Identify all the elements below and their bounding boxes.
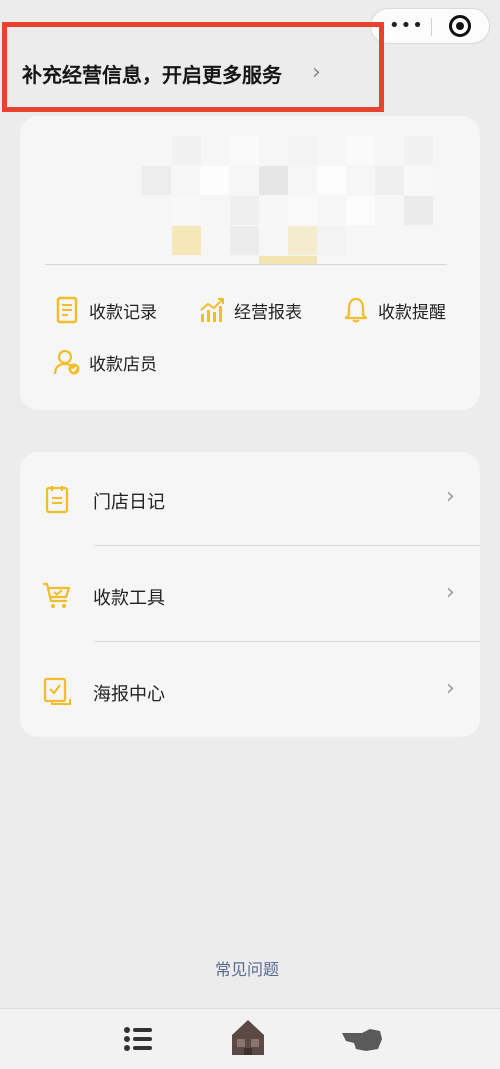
- bell-icon: [344, 297, 368, 323]
- card-divider: [45, 264, 447, 265]
- menu-item-label: 海报中心: [93, 684, 165, 705]
- menu-item-label: 收款工具: [93, 588, 165, 609]
- menu-item-store-diary[interactable]: 门店日记 ›: [20, 452, 480, 546]
- quick-action-label: 经营报表: [234, 302, 302, 323]
- quick-action-label: 收款记录: [89, 302, 157, 323]
- menu-item-payment-tools[interactable]: 收款工具 ›: [20, 548, 480, 642]
- cart-icon: [43, 582, 71, 608]
- hand-pointer-icon[interactable]: [340, 1021, 384, 1057]
- chart-icon: [200, 298, 224, 322]
- quick-action-business-report[interactable]: 经营报表: [198, 296, 302, 324]
- quick-action-label: 收款提醒: [378, 302, 446, 323]
- quick-action-cashier-staff[interactable]: 收款店员: [53, 348, 157, 376]
- chevron-right-icon: ›: [446, 484, 455, 509]
- menu-divider: [95, 641, 480, 642]
- menu-item-poster-center[interactable]: 海报中心 ›: [20, 644, 480, 738]
- target-icon[interactable]: [449, 15, 471, 37]
- home-icon[interactable]: [228, 1015, 268, 1059]
- quick-action-payment-reminder[interactable]: 收款提醒: [342, 296, 446, 324]
- capsule-divider: [431, 18, 432, 36]
- poster-icon: [43, 677, 71, 705]
- more-dots-icon[interactable]: •••: [389, 17, 424, 35]
- quick-action-label: 收款店员: [89, 354, 157, 375]
- chevron-right-icon: ›: [446, 676, 455, 701]
- chevron-right-icon: ›: [446, 580, 455, 605]
- menu-item-label: 门店日记: [93, 492, 165, 513]
- banner-text: 补充经营信息，开启更多服务: [22, 63, 282, 87]
- mini-program-capsule: •••: [370, 8, 490, 44]
- bottom-tab-bar: [0, 1008, 500, 1069]
- chevron-right-icon: ›: [312, 60, 321, 85]
- menu-divider: [95, 545, 480, 546]
- summary-card: 收款记录 经营报表 收款提醒 收款店员: [20, 116, 480, 410]
- notebook-icon: [45, 486, 69, 514]
- quick-action-payment-records[interactable]: 收款记录: [53, 296, 157, 324]
- document-icon: [56, 296, 78, 324]
- menu-card: 门店日记 › 收款工具 › 海报中心 ›: [20, 452, 480, 737]
- info-banner[interactable]: 补充经营信息，开启更多服务 ›: [2, 22, 384, 112]
- list-icon[interactable]: [120, 1021, 156, 1057]
- blurred-amount-area: [142, 136, 442, 264]
- faq-link[interactable]: 常见问题: [215, 956, 279, 980]
- staff-icon: [53, 349, 80, 375]
